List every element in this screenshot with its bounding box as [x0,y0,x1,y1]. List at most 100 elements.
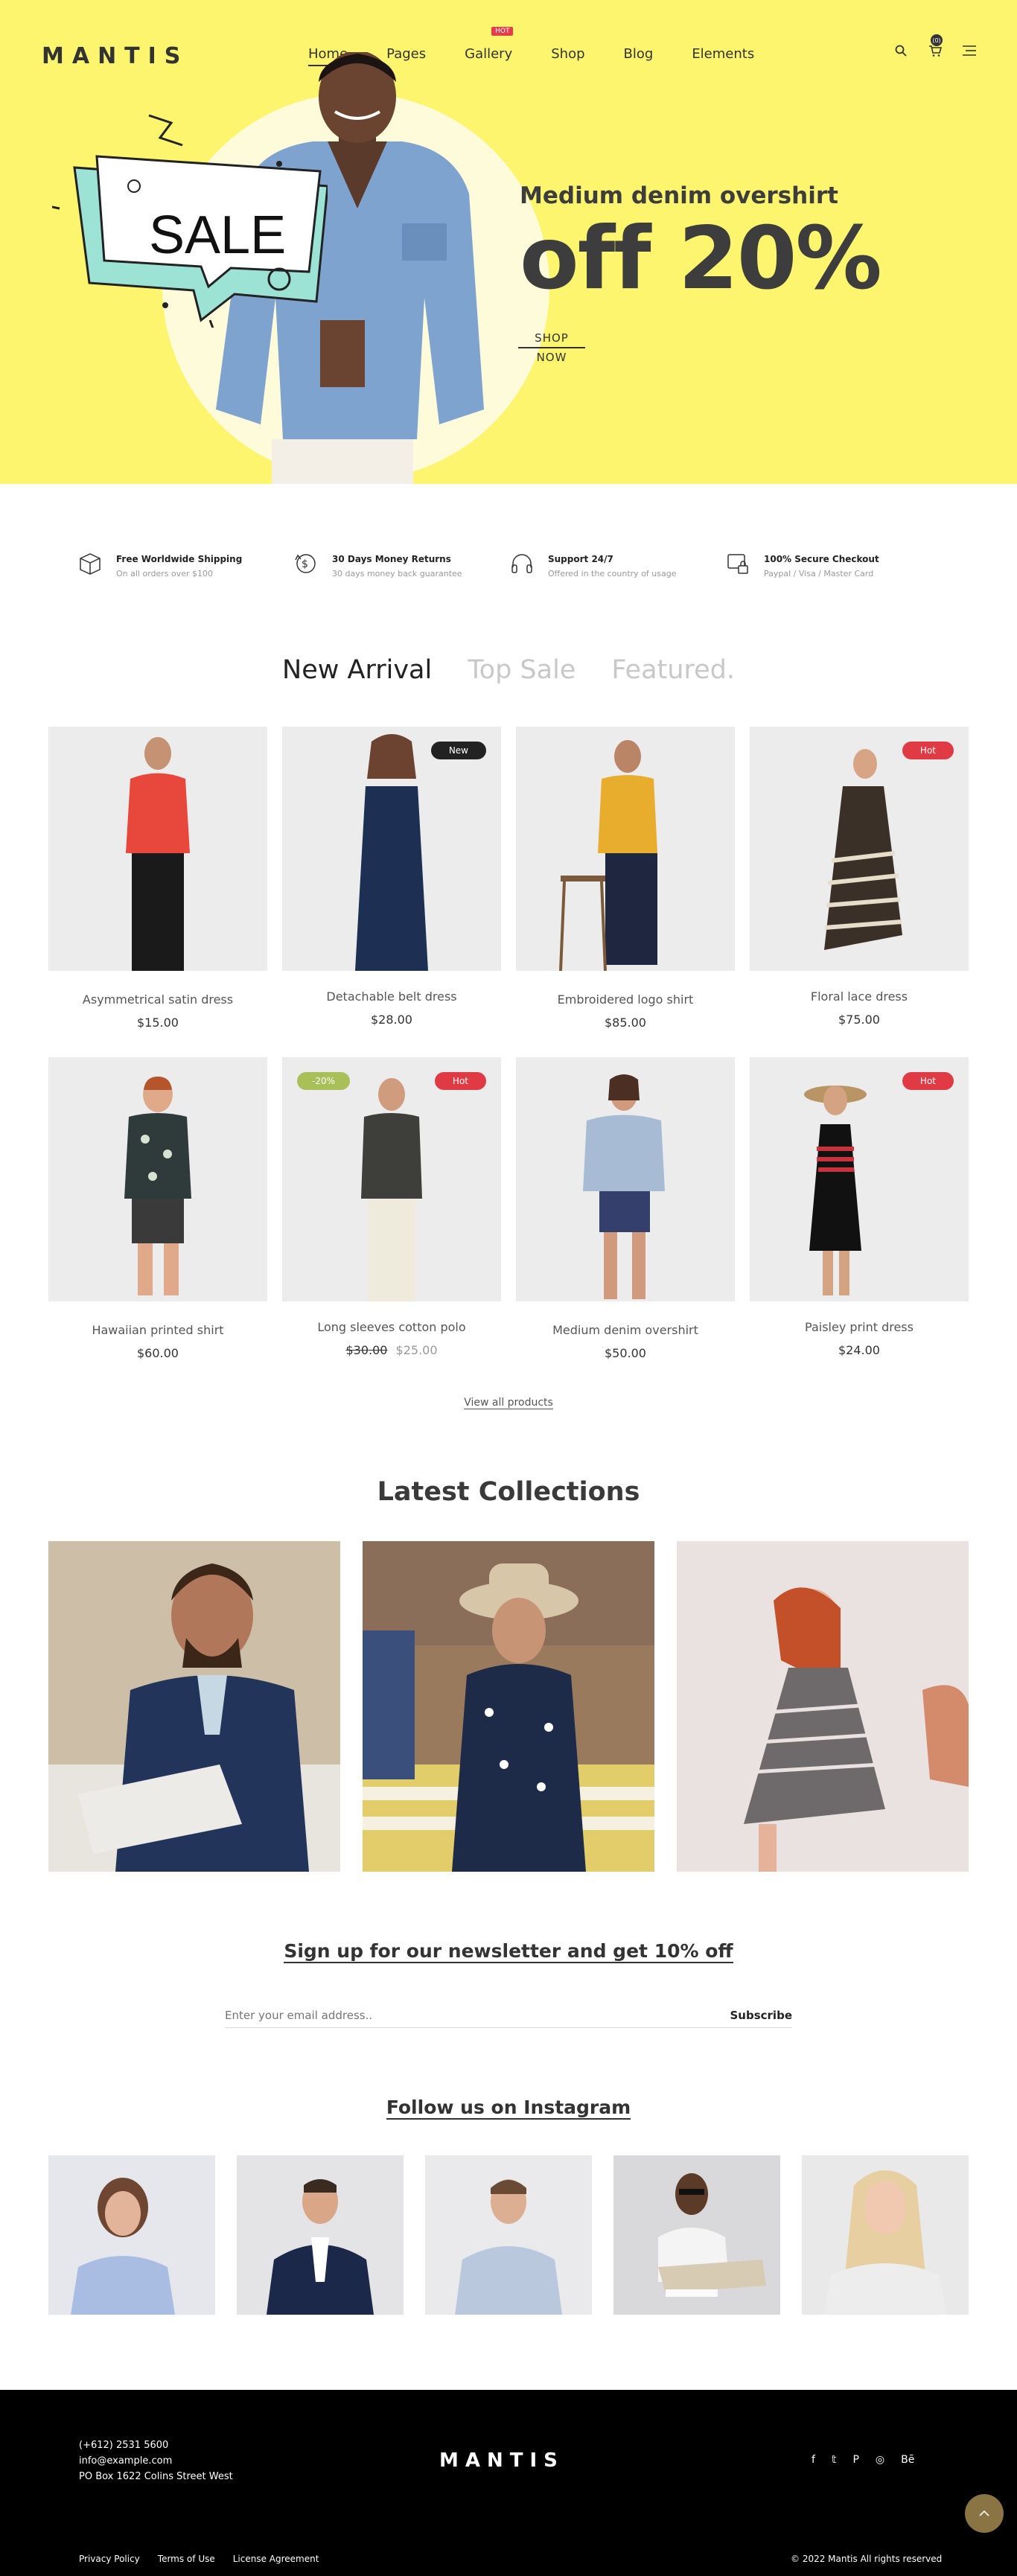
hero-subtitle: Medium denim overshirt [520,182,838,209]
product-name[interactable]: Long sleeves cotton polo [282,1320,501,1334]
product-image-container[interactable]: Hot [750,727,969,971]
product-image[interactable] [516,1057,735,1301]
product-card[interactable]: -20% Hot Long sleeves cotton polo $30.00… [282,1057,501,1357]
sale-price: $25.00 [395,1343,438,1357]
nav-item-shop[interactable]: Shop [551,46,584,66]
footer-email[interactable]: info@example.com [79,2453,233,2469]
tab-new-arrival[interactable]: New Arrival [282,655,432,685]
nav-item-elements[interactable]: Elements [692,46,754,66]
footer-phone[interactable]: (+612) 2531 5600 [79,2438,233,2453]
feature-subtitle: 30 days money back guarantee [332,569,462,578]
product-name[interactable]: Floral lace dress [750,989,969,1004]
product-card[interactable]: Hot Floral lace dress $75.00 [750,727,969,1027]
product-image-container[interactable]: -20% Hot [282,1057,501,1301]
instagram-post[interactable] [48,2155,215,2315]
product-name[interactable]: Hawaiian printed shirt [48,1323,267,1337]
secure-checkout-icon [727,554,748,574]
tab-top-sale[interactable]: Top Sale [468,655,576,685]
product-image [750,1057,969,1301]
headphones-icon [511,554,532,573]
privacy-policy-link[interactable]: Privacy Policy [79,2554,140,2564]
hot-badge: HOT [491,27,514,36]
features-row: Free Worldwide Shipping On all orders ov… [77,551,941,578]
sale-text: SALE [149,205,286,265]
feature-shipping: Free Worldwide Shipping On all orders ov… [77,551,293,578]
returns-icon: $ [295,554,316,573]
behance-icon[interactable]: Bē [901,2454,914,2466]
feature-returns: $ 30 Days Money Returns 30 days money ba… [293,551,509,578]
instagram-post[interactable] [802,2155,969,2315]
back-to-top-button[interactable] [965,2494,1004,2533]
menu-icon[interactable] [960,42,978,60]
pinterest-icon[interactable]: P [852,2454,858,2466]
instagram-post[interactable] [613,2155,780,2315]
email-input[interactable] [225,2008,672,2022]
instagram-post[interactable] [237,2155,404,2315]
hot-badge: Hot [902,742,954,759]
twitter-icon[interactable]: 𝕥 [832,2454,837,2466]
shop-now-line2: NOW [536,351,567,364]
feature-support: Support 24/7 Offered in the country of u… [509,551,725,578]
product-name[interactable]: Asymmetrical satin dress [48,992,267,1007]
instagram-post[interactable] [425,2155,592,2315]
facebook-icon[interactable]: f [812,2454,815,2466]
product-card[interactable]: Embroidered logo shirt $85.00 [516,727,735,1030]
product-image [750,727,969,971]
discount-badge: -20% [297,1072,351,1090]
search-icon[interactable] [892,42,910,60]
instagram-title-text: Follow us on Instagram [386,2097,631,2120]
subscribe-button[interactable]: Subscribe [730,2009,793,2022]
product-card[interactable]: Medium denim overshirt $50.00 [516,1057,735,1360]
sale-bubble-graphic: SALE [52,114,328,328]
product-card[interactable]: Hawaiian printed shirt $60.00 [48,1057,267,1360]
product-name[interactable]: Embroidered logo shirt [516,992,735,1007]
product-tabs: New Arrival Top Sale Featured. [0,655,1017,685]
product-price: $60.00 [137,1346,179,1360]
header-actions: (0) [892,34,978,60]
product-card[interactable]: New Detachable belt dress $28.00 [282,727,501,1027]
collection-image-women[interactable] [363,1541,654,1872]
feature-subtitle: Offered in the country of usage [548,569,677,578]
brand-logo[interactable]: MANTIS [42,43,188,69]
instagram-icon[interactable]: ◎ [876,2454,884,2466]
shop-now-button[interactable]: SHOP NOW [518,329,585,366]
feature-title: 100% Secure Checkout [764,554,879,564]
product-name[interactable]: Medium denim overshirt [516,1323,735,1337]
collection-image-men[interactable] [48,1541,340,1872]
view-all-products-link[interactable]: View all products [464,1397,553,1409]
product-image [282,727,501,971]
newsletter-form: Subscribe [225,2003,792,2028]
product-image[interactable] [48,727,267,971]
collection-image-dress[interactable] [677,1541,969,1872]
footer: (+612) 2531 5600 info@example.com PO Box… [0,2390,1017,2576]
product-image[interactable] [48,1057,267,1301]
hot-badge: Hot [902,1072,954,1090]
product-image-container[interactable]: New [282,727,501,971]
nav-item-blog[interactable]: Blog [624,46,654,66]
product-image[interactable] [516,727,735,972]
feature-subtitle: Paypal / Visa / Master Card [764,569,874,578]
product-price: $30.00 $25.00 [282,1343,501,1357]
view-all-container: View all products [0,1397,1017,1409]
product-name[interactable]: Paisley print dress [750,1320,969,1334]
tab-featured[interactable]: Featured. [611,655,735,685]
original-price: $30.00 [345,1343,388,1357]
product-card[interactable]: Asymmetrical satin dress $15.00 [48,727,267,1030]
footer-logo[interactable]: MANTIS [439,2449,564,2472]
feature-title: Support 24/7 [548,554,613,564]
terms-of-use-link[interactable]: Terms of Use [158,2554,215,2564]
feature-title: Free Worldwide Shipping [116,554,243,564]
product-price: $50.00 [605,1346,646,1360]
license-agreement-link[interactable]: License Agreement [233,2554,319,2564]
product-name[interactable]: Detachable belt dress [282,989,501,1004]
newsletter-title-text: Sign up for our newsletter and get 10% o… [284,1940,733,1963]
cart-icon[interactable]: (0) [926,34,944,60]
footer-links: Privacy Policy Terms of Use License Agre… [79,2554,319,2564]
product-price: $85.00 [605,1016,646,1030]
instagram-title: Follow us on Instagram [0,2097,1017,2120]
footer-address: PO Box 1622 Colins Street West [79,2471,233,2482]
product-price: $28.00 [371,1013,412,1027]
product-card[interactable]: Hot Paisley print dress $24.00 [750,1057,969,1357]
product-image-container[interactable]: Hot [750,1057,969,1301]
feature-secure: 100% Secure Checkout Paypal / Visa / Mas… [725,551,941,578]
